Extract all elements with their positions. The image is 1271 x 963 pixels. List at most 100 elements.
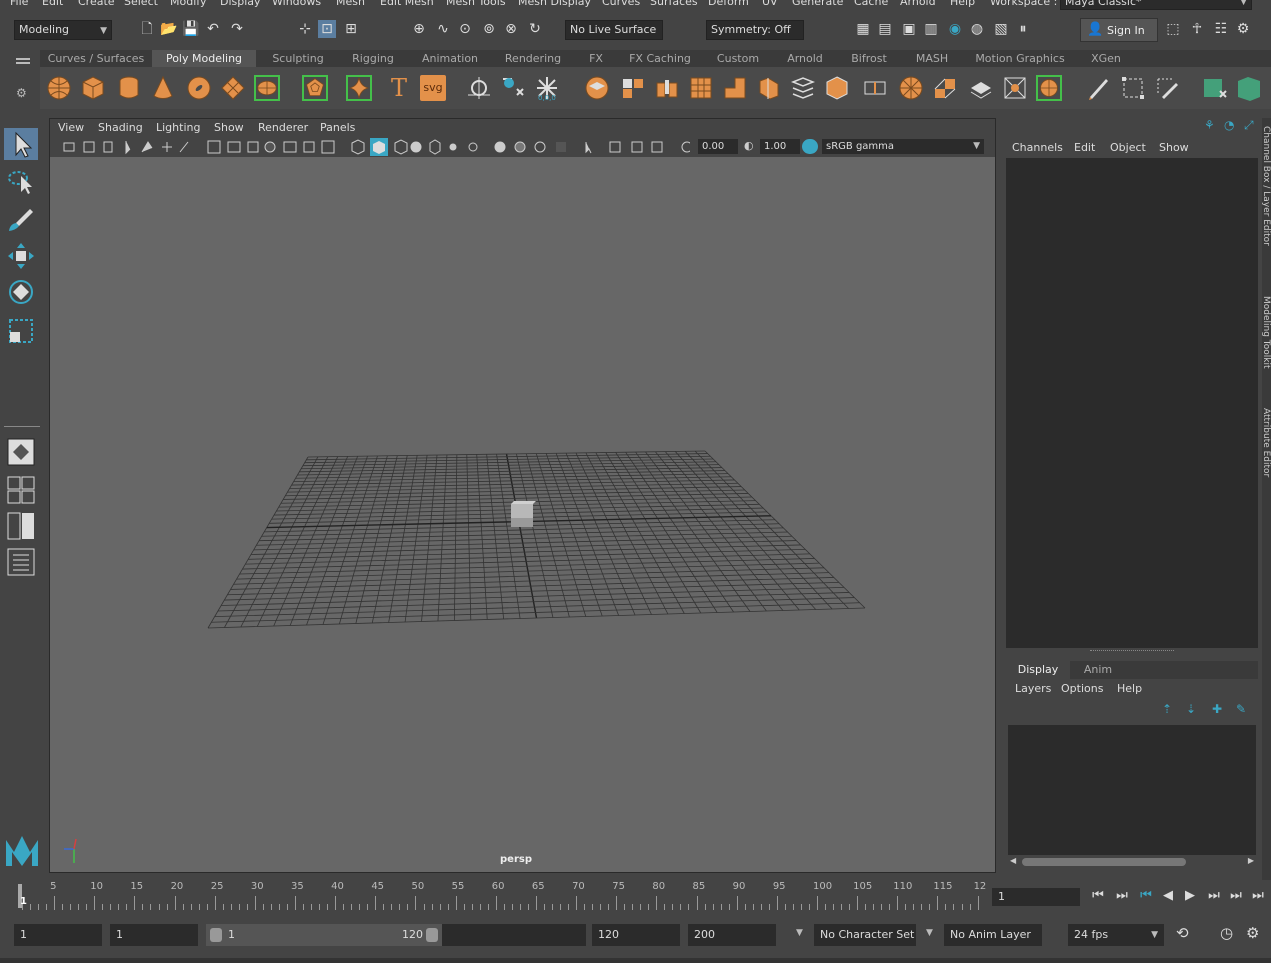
shelf-tab-rigging[interactable]: Rigging (340, 50, 406, 67)
render-setup-icon[interactable]: ◍ (968, 20, 986, 38)
gamma-field[interactable]: 1.00 (760, 139, 800, 154)
snap-point-icon[interactable]: ⊙ (456, 20, 474, 38)
poly-cube-icon[interactable] (80, 75, 106, 101)
shelf-tab-poly-modeling[interactable]: Poly Modeling (152, 50, 256, 67)
paint-select-tool-button[interactable] (4, 204, 38, 236)
poly-plane-icon[interactable] (220, 75, 246, 101)
anim-prefs-icon[interactable]: ⚙ (1246, 924, 1259, 942)
menu-select[interactable]: Select (124, 0, 158, 8)
menu-arnold[interactable]: Arnold (900, 0, 936, 8)
shading-group-icon[interactable] (1202, 75, 1228, 101)
mode-selector[interactable]: Modeling ▼ (14, 20, 112, 40)
color-management-icon[interactable] (802, 139, 818, 154)
slide-edge-icon[interactable] (932, 75, 958, 101)
poly-disc-icon[interactable] (254, 75, 280, 101)
loop-icon[interactable]: ⟲ (1176, 924, 1189, 942)
tool-settings-icon[interactable]: ⚙ (1234, 20, 1252, 38)
shelf-tab-curves-surfaces[interactable]: Curves / Surfaces (44, 50, 148, 67)
menu-edit-mesh[interactable]: Edit Mesh (380, 0, 434, 8)
color-space-selector[interactable]: sRGB gamma ▼ (822, 139, 984, 154)
shelf-tab-mash[interactable]: MASH (904, 50, 960, 67)
shelf-tab-rendering[interactable]: Rendering (494, 50, 572, 67)
viewport-menu-renderer[interactable]: Renderer (258, 121, 308, 134)
channel-menu-object[interactable]: Object (1110, 141, 1146, 154)
scale-tool-button[interactable] (4, 314, 38, 346)
layer-tab-anim[interactable]: Anim (1072, 661, 1124, 679)
select-hierarchy-icon[interactable]: ⊹ (296, 20, 314, 38)
fps-selector[interactable]: 24 fps ▼ (1068, 924, 1164, 946)
four-view-layout-button[interactable] (4, 474, 38, 506)
menu-display[interactable]: Display (220, 0, 261, 8)
modeling-toolkit-icon[interactable]: ⬚ (1164, 20, 1182, 38)
undo-icon[interactable]: ↶ (204, 20, 222, 38)
snap-live-icon[interactable]: ↻ (526, 20, 544, 38)
go-to-end-icon[interactable]: ⏭ (1250, 888, 1266, 904)
channel-box-refresh-icon[interactable]: ◔ (1224, 118, 1234, 132)
menu-mesh-tools[interactable]: Mesh Tools (446, 0, 506, 8)
viewport-menu-lighting[interactable]: Lighting (156, 121, 200, 134)
channel-menu-edit[interactable]: Edit (1074, 141, 1095, 154)
new-layer-icon[interactable]: ✚ (1212, 702, 1222, 716)
menu-mesh[interactable]: Mesh (336, 0, 365, 8)
exposure-field[interactable]: 0.00 (698, 139, 738, 154)
light-editor-icon[interactable]: ▧ (992, 20, 1010, 38)
panel-splitter[interactable] (1090, 650, 1174, 653)
super-shape-icon[interactable] (346, 75, 372, 101)
single-perspective-layout-button[interactable] (4, 436, 38, 468)
bevel-icon[interactable] (584, 75, 610, 101)
character-set-dropdown-icon[interactable]: ▼ (796, 928, 803, 938)
shelf-settings-icon[interactable]: ⚙ (16, 86, 27, 100)
pause-viewport-icon[interactable]: ⏸ (1014, 20, 1032, 38)
step-forward-key-icon[interactable]: ⏭ (1228, 888, 1244, 904)
svg-tool-icon[interactable]: svg (420, 75, 446, 101)
layer-menu-options[interactable]: Options (1061, 682, 1103, 695)
redo-icon[interactable]: ↷ (228, 20, 246, 38)
ipr-render-icon[interactable]: ▣ (900, 20, 918, 38)
poly-cone-icon[interactable] (150, 75, 176, 101)
separate-icon[interactable] (500, 75, 526, 101)
menu-help[interactable]: Help (950, 0, 975, 8)
wedge-icon[interactable] (968, 75, 994, 101)
edit-pivot-icon[interactable] (1154, 75, 1180, 101)
render-frame-icon[interactable]: ▤ (876, 20, 894, 38)
playback-start-field[interactable]: 1 (110, 924, 198, 946)
step-back-key-icon[interactable]: ⏭ (1114, 888, 1130, 904)
uv-editor-icon[interactable] (1002, 75, 1028, 101)
shelf-tab-fx-caching[interactable]: FX Caching (620, 50, 700, 67)
shelf-tab-bifrost[interactable]: Bifrost (838, 50, 900, 67)
select-tool-button[interactable] (4, 128, 38, 160)
viewport-menu-view[interactable]: View (58, 121, 84, 134)
snap-view-icon[interactable]: ⊚ (480, 20, 498, 38)
sculpt-icon[interactable] (1086, 75, 1112, 101)
menu-cache[interactable]: Cache (854, 0, 888, 8)
open-scene-icon[interactable]: 📂 (160, 20, 178, 38)
move-layer-up-icon[interactable]: ⇡ (1162, 702, 1172, 716)
merge-icon[interactable] (790, 75, 816, 101)
layer-scrollbar[interactable]: ◀ ▶ (1010, 856, 1254, 867)
menu-windows[interactable]: Windows (272, 0, 321, 8)
new-layer-selected-icon[interactable]: ✎ (1236, 702, 1246, 716)
anim-layer-field[interactable]: No Anim Layer (944, 924, 1042, 946)
menu-edit[interactable]: Edit (42, 0, 63, 8)
channel-box-tool-icon[interactable]: ⚘ (1204, 118, 1215, 132)
auto-key-icon[interactable]: ◷ (1220, 924, 1233, 942)
shelf-tab-xgen[interactable]: XGen (1080, 50, 1132, 67)
quad-draw-icon[interactable] (898, 75, 924, 101)
layer-menu-help[interactable]: Help (1117, 682, 1142, 695)
range-slider-end-handle[interactable] (426, 928, 438, 942)
go-to-start-icon[interactable]: ⏮ (1090, 888, 1106, 904)
hypershade-icon[interactable]: ◉ (946, 20, 964, 38)
shelf-tab-sculpting[interactable]: Sculpting (260, 50, 336, 67)
menu-generate[interactable]: Generate (792, 0, 843, 8)
save-scene-icon[interactable]: 💾 (182, 20, 200, 38)
rotate-tool-button[interactable] (4, 276, 38, 308)
two-view-layout-button[interactable] (4, 510, 38, 542)
humanik-icon[interactable]: ☥ (1188, 20, 1206, 38)
render-view-icon[interactable]: ▦ (854, 20, 872, 38)
select-object-icon[interactable]: ⊡ (318, 20, 336, 38)
side-tab-modeling-toolkit[interactable]: Modeling Toolkit (1261, 296, 1271, 386)
shelf-tab-fx[interactable]: FX (576, 50, 616, 67)
menu-uv[interactable]: UV (762, 0, 778, 8)
bridge-icon[interactable] (620, 75, 646, 101)
viewport-menu-shading[interactable]: Shading (98, 121, 143, 134)
